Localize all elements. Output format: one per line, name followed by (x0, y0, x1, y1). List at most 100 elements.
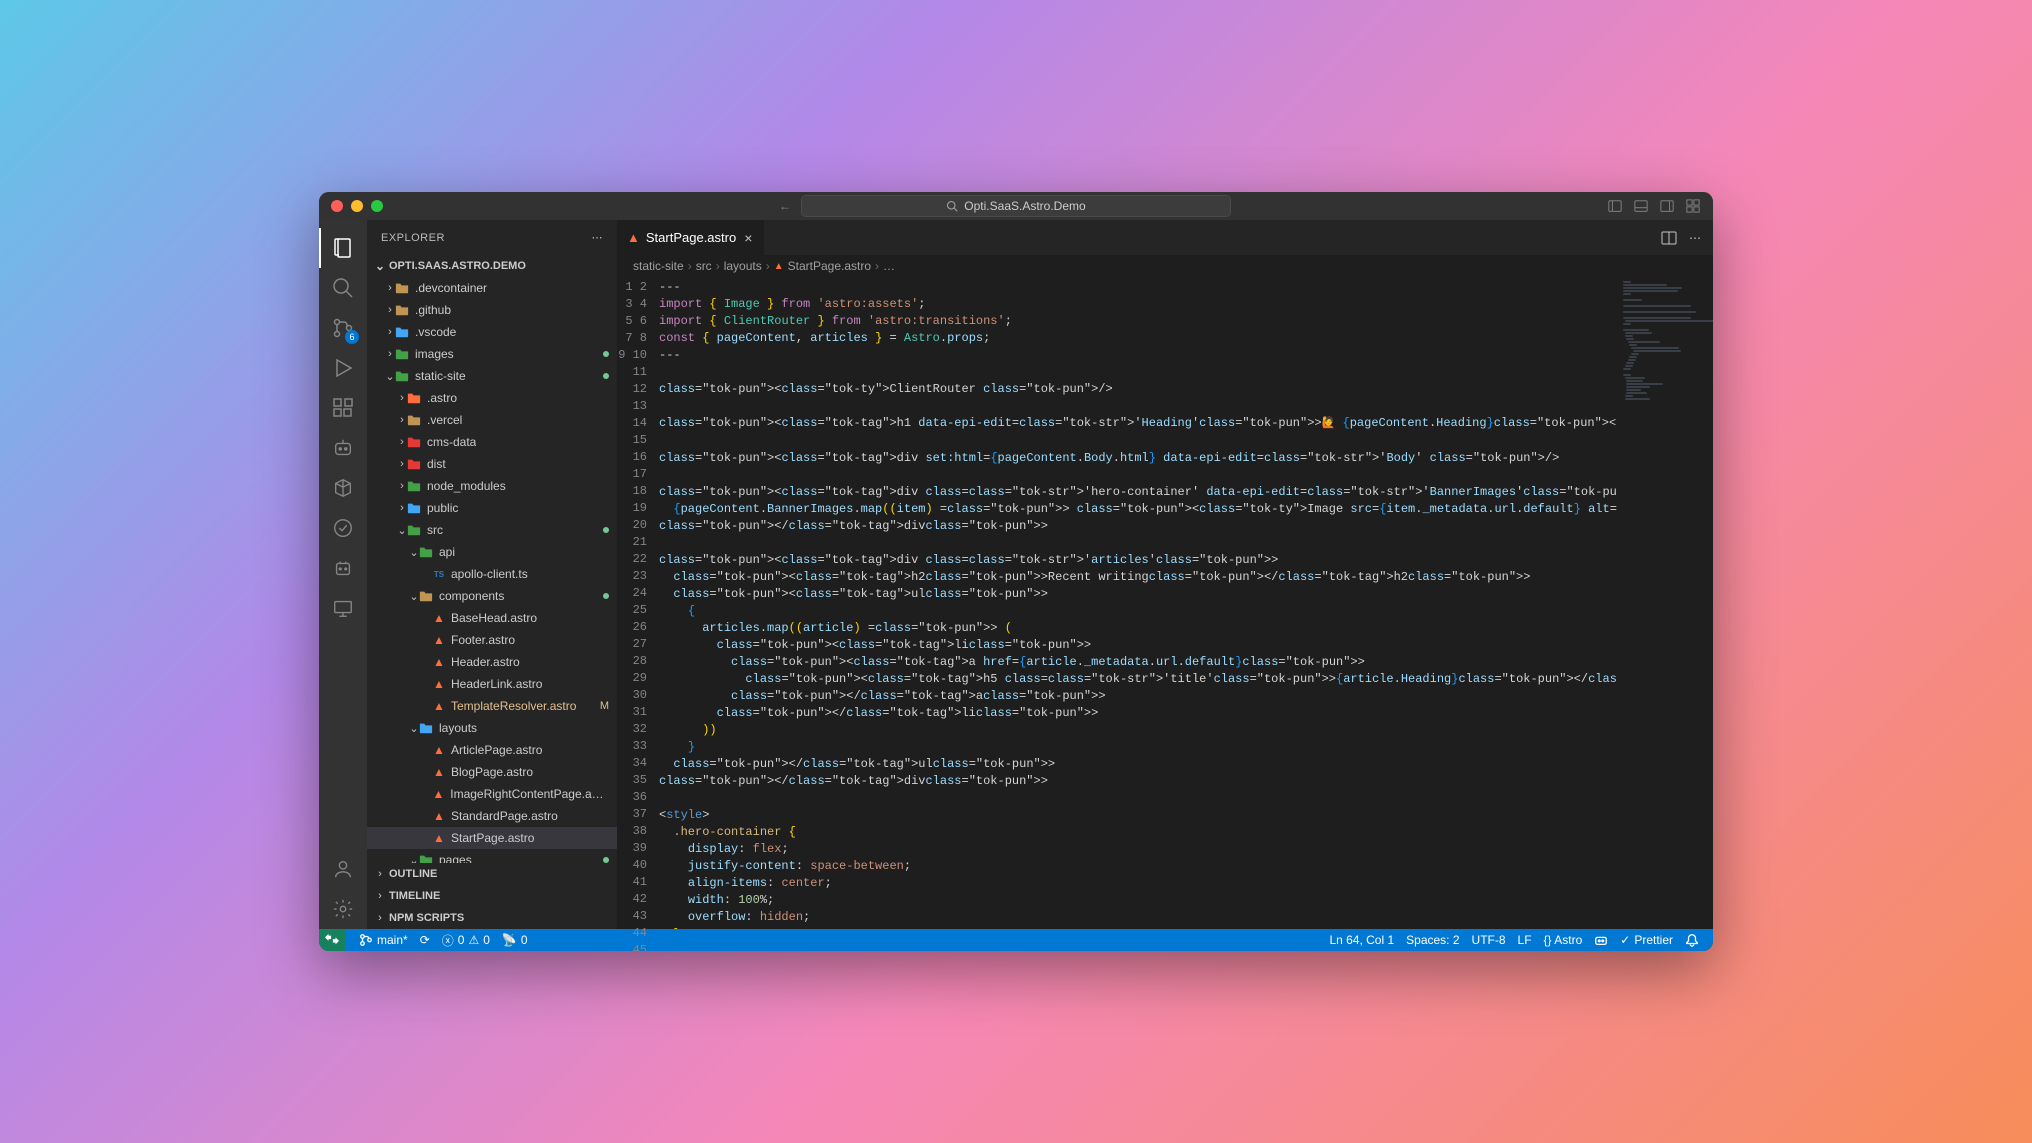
command-center[interactable]: Opti.SaaS.Astro.Demo (801, 195, 1231, 217)
file-HeaderLink.astro[interactable]: ▲HeaderLink.astro (367, 673, 617, 695)
tree-label: .vscode (415, 325, 456, 339)
file-icon: ▲ (431, 655, 447, 669)
scm-activity-icon[interactable]: 6 (319, 308, 367, 348)
file-icon: ▲ (431, 787, 447, 801)
workbench: 6 (319, 220, 1713, 929)
outline-section[interactable]: › OUTLINE (367, 863, 617, 885)
tab-label: StartPage.astro (646, 230, 736, 245)
folder-src[interactable]: ⌄src (367, 519, 617, 541)
encoding-status[interactable]: UTF-8 (1466, 933, 1512, 947)
folder-.vscode[interactable]: ›.vscode (367, 321, 617, 343)
settings-activity-icon[interactable] (319, 889, 367, 929)
tree-label: node_modules (427, 479, 506, 493)
minimize-window-button[interactable] (351, 200, 363, 212)
minimap[interactable] (1617, 277, 1713, 929)
folder-public[interactable]: ›public (367, 497, 617, 519)
notifications-icon[interactable] (1679, 933, 1705, 947)
run-debug-activity-icon[interactable] (319, 348, 367, 388)
cursor-position[interactable]: Ln 64, Col 1 (1323, 933, 1400, 947)
indentation-status[interactable]: Spaces: 2 (1400, 933, 1465, 947)
split-editor-icon[interactable] (1661, 230, 1677, 246)
file-StandardPage.astro[interactable]: ▲StandardPage.astro (367, 805, 617, 827)
folder-images[interactable]: ›images (367, 343, 617, 365)
folder-icon (395, 347, 411, 361)
tab-startpage[interactable]: ▲ StartPage.astro × (617, 220, 765, 255)
folder-cms-data[interactable]: ›cms-data (367, 431, 617, 453)
maximize-window-button[interactable] (371, 200, 383, 212)
close-window-button[interactable] (331, 200, 343, 212)
folder-pages[interactable]: ⌄pages (367, 849, 617, 863)
branch-status[interactable]: main* (353, 933, 414, 947)
file-BlogPage.astro[interactable]: ▲BlogPage.astro (367, 761, 617, 783)
file-icon: ▲ (431, 809, 447, 823)
file-Footer.astro[interactable]: ▲Footer.astro (367, 629, 617, 651)
explorer-activity-icon[interactable] (319, 228, 367, 268)
remote-activity-icon[interactable] (319, 588, 367, 628)
breadcrumb-item[interactable]: static-site (633, 259, 684, 273)
file-tree[interactable]: ›.devcontainer›.github›.vscode›images⌄st… (367, 277, 617, 863)
folder-.vercel[interactable]: ›.vercel (367, 409, 617, 431)
folder-node_modules[interactable]: ›node_modules (367, 475, 617, 497)
toggle-panel-icon[interactable] (1633, 198, 1649, 214)
folder-dist[interactable]: ›dist (367, 453, 617, 475)
file-Header.astro[interactable]: ▲Header.astro (367, 651, 617, 673)
sync-status[interactable]: ⟳ (414, 933, 436, 947)
explorer-more-icon[interactable]: ⋯ (592, 231, 604, 244)
activity-bar: 6 (319, 220, 367, 929)
remote-indicator[interactable] (319, 929, 345, 951)
project-root-section[interactable]: ⌄ OPTI.SAAS.ASTRO.DEMO (367, 255, 617, 277)
folder-.devcontainer[interactable]: ›.devcontainer (367, 277, 617, 299)
tree-label: src (427, 523, 443, 537)
folder-layouts[interactable]: ⌄layouts (367, 717, 617, 739)
folder-.github[interactable]: ›.github (367, 299, 617, 321)
extensions-activity-icon[interactable] (319, 388, 367, 428)
timeline-section[interactable]: › TIMELINE (367, 885, 617, 907)
file-ImageRightContentPage.astro[interactable]: ▲ImageRightContentPage.astro (367, 783, 617, 805)
breadcrumb-item[interactable]: … (883, 259, 895, 273)
file-icon: ▲ (431, 831, 447, 845)
tree-label: ArticlePage.astro (451, 743, 542, 757)
file-StartPage.astro[interactable]: ▲StartPage.astro (367, 827, 617, 849)
extra-activity-icon[interactable] (319, 548, 367, 588)
git-dirty-dot (603, 373, 609, 379)
close-tab-icon[interactable]: × (742, 230, 754, 246)
ports-status[interactable]: 📡0 (496, 933, 534, 947)
explorer-sidebar: EXPLORER ⋯ ⌄ OPTI.SAAS.ASTRO.DEMO ›.devc… (367, 220, 617, 929)
breadcrumb-item[interactable]: StartPage.astro (788, 259, 871, 273)
nav-back-icon[interactable]: ← (779, 199, 791, 213)
language-status[interactable]: {} Astro (1538, 933, 1589, 947)
breadcrumbs-bar[interactable]: static-site › src › layouts › ▲ StartPag… (617, 255, 1713, 277)
more-editor-actions-icon[interactable]: ⋯ (1689, 231, 1701, 245)
file-BaseHead.astro[interactable]: ▲BaseHead.astro (367, 607, 617, 629)
prettier-status[interactable]: ✓Prettier (1614, 933, 1679, 947)
explorer-header: EXPLORER ⋯ (367, 220, 617, 255)
copilot-activity-icon[interactable] (319, 428, 367, 468)
outline-label: OUTLINE (389, 868, 437, 880)
toggle-secondary-sidebar-icon[interactable] (1659, 198, 1675, 214)
folder-static-site[interactable]: ⌄static-site (367, 365, 617, 387)
testing-activity-icon[interactable] (319, 508, 367, 548)
code-editor[interactable]: ---import { Image } from 'astro:assets';… (659, 277, 1617, 929)
git-dirty-dot (603, 527, 609, 533)
folder-api[interactable]: ⌄api (367, 541, 617, 563)
file-TemplateResolver.astro[interactable]: ▲TemplateResolver.astroM (367, 695, 617, 717)
folder-components[interactable]: ⌄components (367, 585, 617, 607)
file-apollo-client.ts[interactable]: TSapollo-client.ts (367, 563, 617, 585)
problems-status[interactable]: ⓧ0 ⚠0 (436, 932, 496, 949)
chevron-right-icon: › (373, 868, 387, 880)
toggle-primary-sidebar-icon[interactable] (1607, 198, 1623, 214)
customize-layout-icon[interactable] (1685, 198, 1701, 214)
chevron-down-icon: ⌄ (373, 259, 387, 273)
folder-.astro[interactable]: ›.astro (367, 387, 617, 409)
search-activity-icon[interactable] (319, 268, 367, 308)
accounts-activity-icon[interactable] (319, 849, 367, 889)
amazonq-activity-icon[interactable] (319, 468, 367, 508)
git-dirty-dot (603, 593, 609, 599)
eol-status[interactable]: LF (1512, 933, 1538, 947)
file-ArticlePage.astro[interactable]: ▲ArticlePage.astro (367, 739, 617, 761)
breadcrumb-item[interactable]: src (696, 259, 712, 273)
breadcrumb-item[interactable]: layouts (724, 259, 762, 273)
timeline-label: TIMELINE (389, 890, 440, 902)
npm-section[interactable]: › NPM SCRIPTS (367, 907, 617, 929)
copilot-status-icon[interactable] (1588, 933, 1614, 947)
